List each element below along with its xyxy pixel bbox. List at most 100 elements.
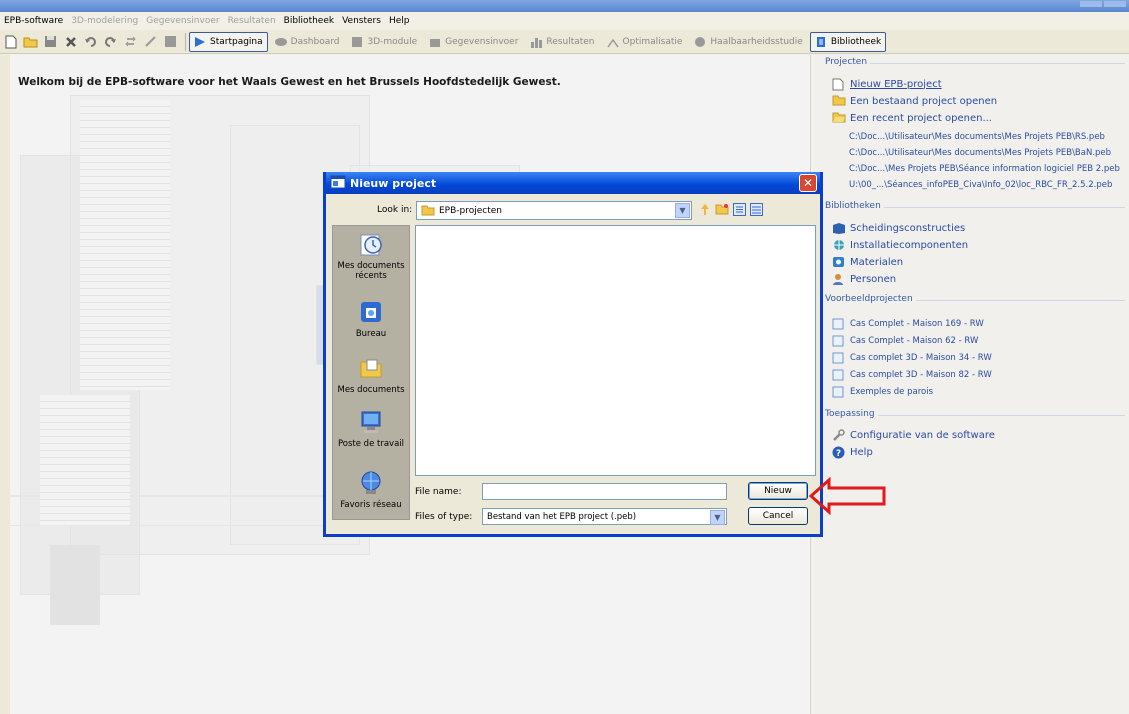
background-building-part [50, 545, 100, 625]
bibliotheek-button[interactable]: Bibliotheek [809, 31, 887, 52]
toolbar: Startpagina Dashboard 3D-module Gegevens… [0, 30, 1129, 54]
recent-project-link[interactable]: U:\00_...\Séances_infoPEB_Civa\Info_02\l… [849, 180, 1112, 190]
menu-bar: EPB-software 3D-modelering Gegevensinvoe… [0, 12, 1129, 30]
personen-link[interactable]: Personen [832, 273, 896, 285]
person-icon [832, 273, 846, 285]
section-toepassing-heading: Toepassing [825, 409, 878, 419]
new-button[interactable]: Nieuw [748, 482, 808, 500]
file-list[interactable] [415, 225, 816, 476]
document-icon [832, 335, 846, 347]
folder-icon [421, 205, 435, 216]
menu-epb-software[interactable]: EPB-software [4, 16, 63, 26]
file-name-input[interactable] [482, 483, 727, 500]
open-recent-link[interactable]: Een recent project openen... [832, 112, 992, 124]
menu-3d-modelering[interactable]: 3D-modelering [71, 16, 138, 26]
file-type-value: Bestand van het EPB project (.peb) [487, 511, 637, 522]
configuration-link[interactable]: Configuratie van de software [832, 429, 995, 441]
background-tree-pattern [80, 100, 170, 390]
file-type-select[interactable]: Bestand van het EPB project (.peb) ▼ [482, 508, 727, 525]
new-folder-icon[interactable] [715, 202, 729, 216]
place-network[interactable]: Favoris réseau [333, 469, 409, 510]
up-folder-icon[interactable] [698, 202, 712, 216]
maximize-button[interactable] [1104, 1, 1126, 7]
annotation-arrow [808, 477, 886, 515]
details-view-icon[interactable] [749, 202, 763, 216]
example-project-link[interactable]: Cas complet 3D - Maison 82 - RW [832, 369, 992, 381]
svg-text:?: ? [836, 449, 841, 459]
chevron-down-icon[interactable]: ▼ [710, 510, 725, 525]
materialen-link[interactable]: Materialen [832, 256, 903, 268]
undo-icon[interactable] [82, 33, 99, 50]
place-desktop[interactable]: Bureau [333, 298, 409, 339]
help-icon: ? [832, 446, 846, 459]
dialog-close-button[interactable]: ✕ [799, 174, 817, 192]
dialog-title-bar[interactable]: Nieuw project ✕ [326, 172, 820, 194]
open-folder-icon[interactable] [22, 33, 39, 50]
chevron-down-icon[interactable]: ▼ [675, 203, 690, 218]
place-my-computer[interactable]: Poste de travail [333, 408, 409, 449]
file-type-label: Files of type: [415, 512, 473, 522]
recent-project-link[interactable]: C:\Doc...\Utilisateur\Mes documents\Mes … [849, 132, 1105, 142]
menu-gegevensinvoer[interactable]: Gegevensinvoer [146, 16, 219, 26]
example-project-link[interactable]: Exemples de parois [832, 386, 933, 398]
optimalisatie-button[interactable]: Optimalisatie [602, 32, 688, 52]
list-view-icon[interactable] [732, 202, 746, 216]
background-line [10, 525, 330, 526]
refresh-icon[interactable] [122, 33, 139, 50]
toolbar-separator [185, 32, 186, 51]
startpagina-button[interactable]: Startpagina [189, 31, 268, 52]
desktop-icon [357, 298, 385, 326]
look-in-select[interactable]: EPB-projecten ▼ [416, 201, 692, 220]
background-tree-pattern [40, 395, 130, 525]
window-title-bar [0, 0, 1129, 12]
3d-module-button[interactable]: 3D-module [346, 32, 422, 52]
save-icon[interactable] [42, 33, 59, 50]
open-existing-link[interactable]: Een bestaand project openen [832, 95, 997, 107]
section-voorbeeldprojecten-heading: Voorbeeldprojecten [825, 294, 916, 304]
haalbaarheidsstudie-button[interactable]: Haalbaarheidsstudie [689, 32, 807, 52]
new-project-dialog: Nieuw project ✕ Look in: EPB-projecten ▼… [323, 172, 823, 537]
folder-icon [832, 95, 846, 107]
left-window-edge [0, 55, 10, 714]
dashboard-button[interactable]: Dashboard [270, 32, 345, 52]
dialog-title: Nieuw project [350, 176, 437, 190]
recent-project-link[interactable]: C:\Doc...\Mes Projets PEB\Séance informa… [849, 164, 1120, 174]
network-icon [357, 469, 385, 497]
place-recent-documents[interactable]: Mes documents récents [333, 230, 409, 281]
new-file-icon[interactable] [2, 33, 19, 50]
wall-icon [832, 222, 846, 234]
help-link[interactable]: ? Help [832, 446, 873, 459]
clock-icon [357, 230, 385, 258]
cancel-button[interactable]: Cancel [748, 507, 808, 525]
installatiecomponenten-link[interactable]: Installatiecomponenten [832, 239, 968, 251]
menu-help[interactable]: Help [389, 16, 410, 26]
menu-bibliotheek[interactable]: Bibliotheek [284, 16, 334, 26]
places-bar: Mes documents récents Bureau Mes documen… [332, 225, 410, 520]
resultaten-button[interactable]: Resultaten [525, 32, 599, 52]
place-my-documents[interactable]: Mes documents [333, 354, 409, 395]
scheidingsconstructies-link[interactable]: Scheidingsconstructies [832, 222, 965, 234]
menu-resultaten[interactable]: Resultaten [228, 16, 276, 26]
welcome-heading: Welkom bij de EPB-software voor het Waal… [18, 76, 561, 88]
folder-open-icon [832, 112, 846, 124]
example-project-link[interactable]: Cas Complet - Maison 169 - RW [832, 318, 984, 330]
redo-icon[interactable] [102, 33, 119, 50]
example-project-link[interactable]: Cas complet 3D - Maison 34 - RW [832, 352, 992, 364]
document-icon [832, 352, 846, 364]
minimize-button[interactable] [1080, 1, 1102, 7]
calculator-icon[interactable] [162, 33, 179, 50]
document-icon [832, 318, 846, 330]
look-in-toolbar [698, 202, 763, 216]
material-icon [832, 256, 846, 268]
document-icon [832, 386, 846, 398]
document-icon [832, 369, 846, 381]
close-icon[interactable] [62, 33, 79, 50]
example-project-link[interactable]: Cas Complet - Maison 62 - RW [832, 335, 978, 347]
wrench-icon [832, 429, 846, 441]
menu-vensters[interactable]: Vensters [342, 16, 381, 26]
look-in-label: Look in: [377, 205, 413, 215]
gegevensinvoer-button[interactable]: Gegevensinvoer [424, 32, 523, 52]
wand-icon[interactable] [142, 33, 159, 50]
new-project-link[interactable]: Nieuw EPB-project [832, 78, 942, 91]
recent-project-link[interactable]: C:\Doc...\Utilisateur\Mes documents\Mes … [849, 148, 1111, 158]
